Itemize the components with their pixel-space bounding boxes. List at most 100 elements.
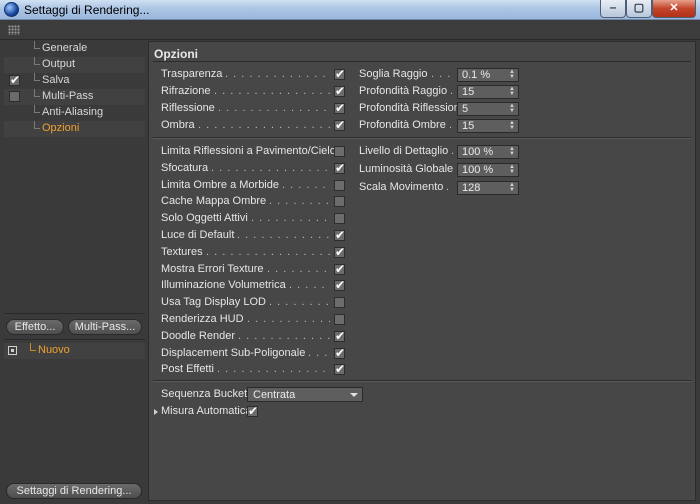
option-riflessione: Riflessione. . . . . . . . . . . . . . .…: [161, 101, 349, 117]
option-checkbox[interactable]: [334, 314, 345, 325]
field-luminosita-globale: Luminosità Globale. . . . . . . . . . . …: [359, 162, 521, 178]
maximize-button[interactable]: ▢: [626, 0, 652, 18]
stepper-arrows-icon[interactable]: ▲ ▼: [509, 69, 515, 80]
number-field-livello-di-dettaglio[interactable]: 100 % ▲ ▼: [457, 145, 519, 159]
option-checkbox[interactable]: ✔: [334, 161, 345, 175]
sidebar-item-output[interactable]: Output: [4, 57, 145, 73]
window-title: Settaggi di Rendering...: [24, 3, 150, 17]
check-icon: ✔: [10, 73, 21, 87]
options-panel: Opzioni Trasparenza. . . . . . . . . . .…: [148, 41, 696, 501]
sidebar-item-opzioni[interactable]: Opzioni: [4, 121, 145, 137]
tree-connector: [34, 41, 40, 49]
field-value: 100 %: [462, 164, 494, 176]
sidebar-item-label: Generale: [42, 42, 88, 54]
option-sfocatura: Sfocatura. . . . . . . . . . . . . . . .…: [161, 161, 349, 177]
check-icon: ✔: [335, 261, 346, 276]
title-bar[interactable]: Settaggi di Rendering... ‒ ▢ ✕: [0, 0, 700, 20]
bucket-dropdown[interactable]: Centrata: [247, 387, 363, 402]
sidebar-item-label: Anti-Aliasing: [42, 106, 104, 118]
option-checkbox[interactable]: ✔: [334, 261, 346, 276]
minimize-button[interactable]: ‒: [600, 0, 626, 18]
number-field-luminosita-globale[interactable]: 100 % ▲ ▼: [457, 163, 519, 177]
option-label: Solo Oggetti Attivi: [161, 212, 248, 225]
number-field-profondita-raggio[interactable]: 15 ▲ ▼: [457, 85, 519, 99]
check-icon: ✔: [335, 345, 346, 360]
option-checkbox[interactable]: ✔: [334, 228, 345, 242]
leader-dots: . . . . . . . . . . . . . . . . . . . . …: [251, 212, 330, 225]
stepper-arrows-icon[interactable]: ▲ ▼: [509, 164, 515, 175]
section-divider: [153, 381, 691, 382]
option-displacement-sub-poligonale: Displacement Sub-Poligonale. . . . . . .…: [161, 346, 349, 362]
option-checkbox[interactable]: ✔: [334, 245, 345, 259]
sidebar-item-label: Multi-Pass: [42, 90, 94, 102]
left-divider: [4, 339, 145, 340]
stepper-arrows-icon[interactable]: ▲ ▼: [509, 86, 515, 97]
sidebar-item-salva[interactable]: ✔ Salva: [4, 73, 145, 89]
leader-dots: . . . . . . . . . . . . . . . . . . . .: [450, 85, 454, 97]
option-checkbox[interactable]: ✔: [334, 101, 345, 115]
check-icon: ✔: [335, 67, 346, 81]
auto-size-row: Misura Automatica ✔: [161, 404, 271, 420]
field-soglia-raggio: Soglia Raggio. . . . . . . . . . . . . .…: [359, 67, 521, 83]
preset-item-nuovo[interactable]: Nuovo: [4, 343, 145, 359]
option-cache-mappa-ombre: Cache Mappa Ombre. . . . . . . . . . . .…: [161, 194, 349, 210]
option-checkbox[interactable]: ✔: [334, 118, 345, 132]
tree-connector: [34, 89, 40, 97]
stepper-arrows-icon[interactable]: ▲ ▼: [509, 146, 515, 157]
option-checkbox[interactable]: ✔: [334, 362, 346, 377]
option-label: Renderizza HUD: [161, 313, 244, 325]
check-icon: ✔: [248, 404, 259, 418]
option-checkbox[interactable]: [334, 179, 345, 191]
expand-triangle-icon[interactable]: [154, 409, 158, 415]
grip-icon[interactable]: [8, 25, 20, 35]
leader-dots: . . . . . . . . . . . . . . . . . . . . …: [238, 329, 330, 342]
option-checkbox[interactable]: [334, 146, 345, 157]
stepper-arrows-icon[interactable]: ▲ ▼: [509, 182, 515, 193]
section-divider: [153, 138, 691, 139]
field-label: Profondità Raggio: [359, 85, 448, 97]
leader-dots: . . . . . . . . . . . . . . . . . . . .: [431, 68, 454, 80]
multipass-button[interactable]: Multi-Pass...: [68, 319, 142, 335]
settaggi-rendering-button[interactable]: Settaggi di Rendering...: [6, 483, 142, 499]
option-label: Luce di Default: [161, 229, 235, 241]
effetto-button[interactable]: Effetto...: [6, 319, 64, 335]
number-field-soglia-raggio[interactable]: 0.1 % ▲ ▼: [457, 68, 519, 82]
option-illuminazione-volumetrica: Illuminazione Volumetrica. . . . . . . .…: [161, 278, 349, 294]
number-field-profondita-ombre[interactable]: 15 ▲ ▼: [457, 119, 519, 133]
option-rifrazione: Rifrazione. . . . . . . . . . . . . . . …: [161, 84, 349, 100]
section-divider: [153, 61, 691, 62]
option-checkbox[interactable]: ✔: [334, 67, 346, 81]
number-field-profondita-riflessione[interactable]: 5 ▲ ▼: [457, 102, 519, 116]
option-label: Mostra Errori Texture: [161, 262, 264, 275]
option-checkbox[interactable]: ✔: [334, 345, 346, 360]
stepper-arrows-icon[interactable]: ▲ ▼: [509, 120, 515, 131]
leader-dots: . . . . . . . . . . . . . . . . . . . . …: [218, 102, 330, 114]
option-post-effetti: Post Effetti. . . . . . . . . . . . . . …: [161, 362, 349, 378]
number-field-scala-movimento[interactable]: 128 ▲ ▼: [457, 181, 519, 195]
option-checkbox[interactable]: ✔: [334, 329, 345, 343]
leader-dots: . . . . . . . . . . . . . . . . . . . . …: [247, 313, 330, 325]
tree-checkbox[interactable]: [9, 91, 20, 102]
tree-checkbox[interactable]: ✔: [9, 73, 21, 87]
field-value: 15: [462, 120, 475, 132]
option-label: Cache Mappa Ombre: [161, 195, 267, 208]
auto-size-checkbox[interactable]: ✔: [247, 404, 259, 418]
chevron-down-icon: [350, 393, 358, 397]
sidebar-item-label: Opzioni: [42, 122, 80, 134]
leader-dots: . . . . . . . . . . . . . . . . . . . .: [451, 145, 454, 157]
check-icon: ✔: [335, 362, 346, 377]
bucket-value: Centrata: [253, 389, 296, 401]
close-button[interactable]: ✕: [652, 0, 696, 18]
option-checkbox[interactable]: [334, 297, 345, 309]
section-title: Opzioni: [154, 47, 198, 61]
sidebar-item-multi-pass[interactable]: Multi-Pass: [4, 89, 145, 105]
sidebar-item-generale[interactable]: Generale: [4, 41, 145, 57]
app-icon: [4, 2, 19, 17]
option-checkbox[interactable]: ✔: [334, 278, 345, 292]
option-checkbox[interactable]: ✔: [334, 84, 345, 98]
sidebar-item-anti-aliasing[interactable]: Anti-Aliasing: [4, 105, 145, 121]
left-panel: Generale Output ✔ Salva Multi-Pass Anti-Alias…: [4, 41, 145, 501]
option-checkbox[interactable]: [334, 213, 345, 225]
stepper-arrows-icon[interactable]: ▲ ▼: [509, 103, 515, 114]
option-checkbox[interactable]: [334, 196, 345, 208]
